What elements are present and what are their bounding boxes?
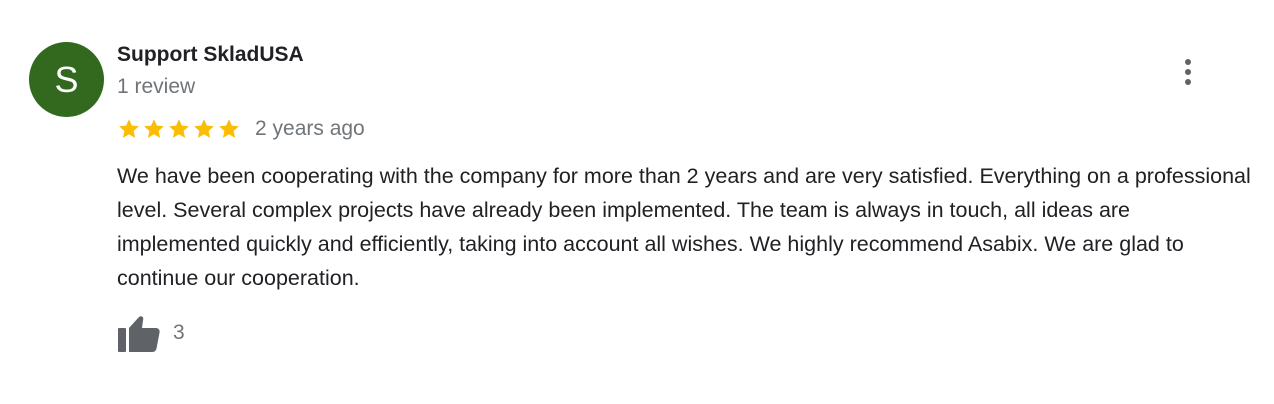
- rating-row: 2 years ago: [117, 114, 365, 144]
- star-icon: [169, 119, 189, 138]
- like-count: 3: [173, 321, 185, 344]
- star-icon: [119, 119, 139, 138]
- review-card: S Support SkladUSA 1 review 2 years ago …: [0, 0, 1274, 404]
- star-icon: [219, 119, 239, 138]
- more-vertical-icon-dot: [1185, 69, 1191, 75]
- more-vertical-icon: [1185, 59, 1191, 65]
- review-date: 2 years ago: [255, 117, 365, 140]
- more-options-button[interactable]: [1172, 54, 1204, 90]
- star-icon: [144, 119, 164, 138]
- more-vertical-icon-dot: [1185, 79, 1191, 85]
- like-button[interactable]: [117, 313, 161, 353]
- like-row: 3: [117, 313, 185, 353]
- avatar-letter: S: [54, 58, 79, 100]
- author-name[interactable]: Support SkladUSA: [117, 43, 304, 67]
- avatar[interactable]: S: [29, 42, 104, 117]
- author-review-count: 1 review: [117, 75, 196, 98]
- star-rating: [117, 117, 241, 141]
- thumbs-up-icon: [118, 316, 160, 352]
- star-icon: [194, 119, 214, 138]
- review-text: We have been cooperating with the compan…: [117, 164, 1251, 290]
